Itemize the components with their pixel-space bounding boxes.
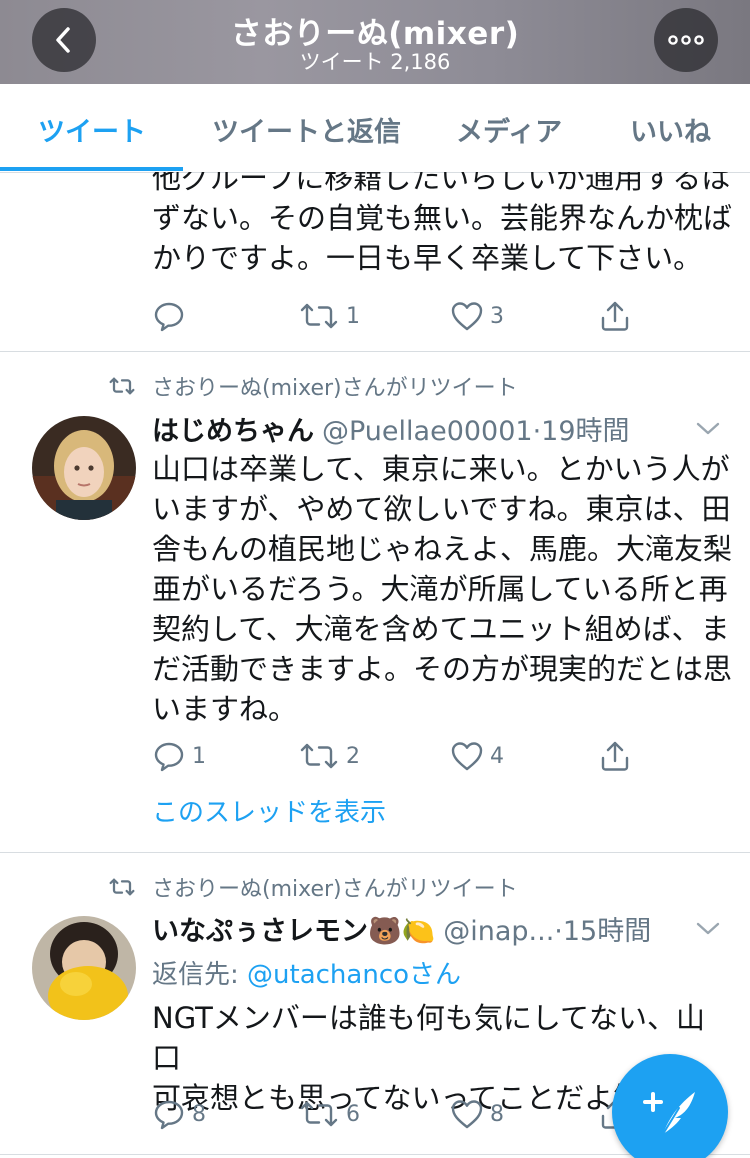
compose-feather-icon bbox=[643, 1092, 695, 1135]
more-dots-icon bbox=[668, 35, 704, 45]
heart-icon bbox=[451, 1100, 483, 1129]
retweet-context: さおりーぬ(mixer)さんがリツイート bbox=[108, 371, 518, 401]
tweet-body: 山口は卒業して、東京に来い。とかいう人が いますが、やめて欲しいですね。東京は、… bbox=[152, 452, 733, 726]
retweet-button[interactable]: 2 bbox=[298, 736, 360, 776]
share-icon bbox=[601, 741, 629, 771]
share-button[interactable] bbox=[598, 736, 632, 776]
tweet-divider bbox=[0, 351, 750, 352]
reply-button[interactable]: 8 bbox=[152, 1094, 206, 1134]
retweet-icon bbox=[109, 878, 135, 896]
like-button[interactable]: 8 bbox=[450, 1094, 504, 1134]
reply-to-user-link[interactable]: @utachancoさん bbox=[247, 960, 461, 990]
like-button[interactable]: 3 bbox=[450, 296, 504, 336]
heart-icon bbox=[451, 742, 483, 771]
like-button[interactable]: 4 bbox=[450, 736, 504, 776]
retweet-icon bbox=[300, 743, 338, 769]
avatar-photo bbox=[32, 916, 136, 1020]
avatar-photo bbox=[32, 416, 136, 520]
tab-tweets-and-replies[interactable]: ツイートと返信 bbox=[212, 110, 401, 149]
author-handle-time: @inap...·15時間 bbox=[443, 915, 652, 947]
avatar[interactable] bbox=[32, 416, 136, 520]
avatar[interactable] bbox=[32, 916, 136, 1020]
retweet-icon bbox=[300, 1101, 338, 1127]
tweet-actions: 1 2 4 bbox=[152, 736, 672, 776]
active-tab-indicator bbox=[0, 167, 183, 171]
heart-icon bbox=[451, 302, 483, 331]
retweet-button[interactable]: 6 bbox=[298, 1094, 360, 1134]
profile-screen: さおりーぬ(mixer) ツイート 2,186 ツイート ツイートと返信 メディ… bbox=[0, 0, 750, 1158]
profile-tabs: ツイート ツイートと返信 メディア いいね bbox=[0, 84, 750, 173]
author-handle-time: @Puellae00001·19時間 bbox=[322, 415, 630, 447]
tweet-actions: 1 3 bbox=[152, 296, 672, 336]
chevron-down-icon[interactable] bbox=[694, 420, 722, 438]
tweet-author-line: いなぷぅさレモン🐻🍋 @inap...·15時間 bbox=[152, 908, 682, 948]
tweet-count: ツイート 2,186 bbox=[299, 50, 451, 74]
retweet-icon bbox=[109, 377, 135, 395]
retweet-button[interactable]: 1 bbox=[298, 296, 360, 336]
retweet-icon bbox=[300, 303, 338, 329]
reply-icon bbox=[154, 302, 184, 332]
chevron-down-icon[interactable] bbox=[694, 920, 722, 938]
tweet-divider bbox=[0, 852, 750, 853]
author-name[interactable]: いなぷぅさレモン🐻🍋 bbox=[152, 909, 435, 948]
reply-icon bbox=[154, 1100, 184, 1130]
retweet-context: さおりーぬ(mixer)さんがリツイート bbox=[108, 872, 518, 902]
reply-to-line: 返信先: @utachancoさん bbox=[152, 960, 462, 990]
tab-likes[interactable]: いいね bbox=[630, 110, 711, 149]
profile-header: さおりーぬ(mixer) ツイート 2,186 bbox=[0, 0, 750, 84]
tweet-feed[interactable]: 他グループに移籍したいらしいが通用するは ずない。その自覚も無い。芸能界なんか枕… bbox=[0, 172, 750, 1158]
tweet-body: 他グループに移籍したいらしいが通用するは ずない。その自覚も無い。芸能界なんか枕… bbox=[152, 172, 733, 275]
share-button[interactable] bbox=[598, 296, 632, 336]
reply-icon bbox=[154, 742, 184, 772]
tweet-author-line: はじめちゃん @Puellae00001·19時間 bbox=[152, 408, 682, 448]
tab-media[interactable]: メディア bbox=[456, 110, 562, 149]
tweet-actions: 8 6 8 bbox=[152, 1094, 672, 1134]
reply-button[interactable] bbox=[152, 296, 192, 336]
reply-button[interactable]: 1 bbox=[152, 736, 206, 776]
tab-tweets[interactable]: ツイート bbox=[38, 110, 146, 149]
compose-tweet-button[interactable] bbox=[612, 1054, 728, 1158]
more-button[interactable] bbox=[654, 8, 718, 72]
author-name[interactable]: はじめちゃん bbox=[152, 409, 314, 448]
show-thread-link[interactable]: このスレッドを表示 bbox=[152, 792, 386, 829]
share-icon bbox=[601, 301, 629, 331]
